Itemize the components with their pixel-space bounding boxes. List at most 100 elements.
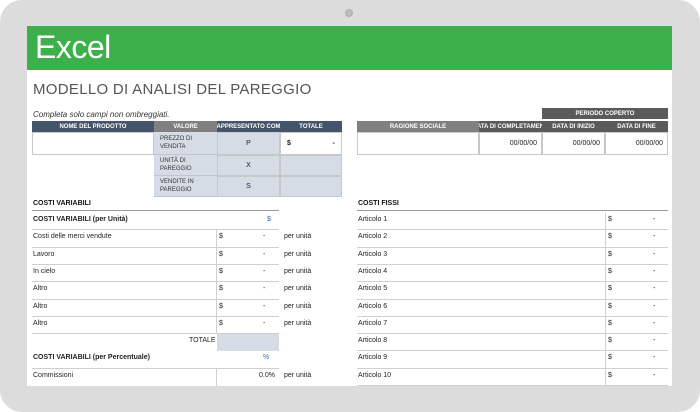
cell-separator	[605, 316, 606, 335]
variable-total-label: TOTALE	[189, 337, 216, 345]
camera-icon	[345, 9, 353, 17]
header-company-name: RAGIONE SOCIALE	[357, 121, 479, 132]
fixed-cost-value[interactable]: -	[653, 303, 655, 310]
commission-label: Commissioni	[33, 371, 74, 379]
var-cost-label: Altro	[33, 302, 48, 310]
completion-date-input[interactable]: 00/00/00	[479, 132, 542, 155]
fixed-cost-value[interactable]: -	[653, 268, 655, 275]
instructions-text: Completa solo campi non ombreggiati.	[33, 110, 170, 119]
row-divider	[32, 263, 279, 265]
label-breakeven-units: UNITÀ DI PAREGGIO	[154, 155, 217, 176]
header-end-date: DATA DI FINE	[605, 121, 668, 132]
row-divider	[32, 367, 279, 369]
fixed-cost-value[interactable]: -	[653, 372, 655, 379]
header-value: VALORE	[154, 121, 217, 132]
fixed-cost-value[interactable]: -	[653, 337, 655, 344]
cell-separator	[605, 247, 606, 265]
row-divider	[357, 298, 668, 300]
row-divider	[357, 281, 668, 283]
fixed-cost-value[interactable]: -	[653, 354, 655, 361]
percent-title: COSTI VARIABILI (per Percentuale)	[33, 354, 150, 362]
row-divider	[357, 367, 668, 369]
var-cost-value[interactable]: -	[263, 320, 265, 327]
symbol-s: S	[217, 176, 280, 197]
total-value: -	[332, 140, 335, 147]
cell-separator	[605, 351, 606, 369]
commission-value[interactable]: 0.0%	[259, 372, 275, 379]
product-name-input[interactable]	[32, 132, 154, 155]
cell-separator	[216, 230, 217, 248]
cell-separator	[605, 264, 606, 283]
var-cost-currency: $	[219, 319, 223, 327]
var-cost-label: Altro	[33, 319, 48, 327]
symbol-x: X	[217, 155, 280, 176]
commission-unit: per unità	[284, 371, 312, 379]
var-cost-unit: per unità	[284, 233, 312, 241]
var-cost-unit: per unità	[284, 319, 312, 327]
fixed-cost-label: Articolo 5	[358, 285, 388, 293]
cell-separator	[605, 213, 606, 231]
var-cost-unit: per unità	[284, 285, 312, 293]
row-divider	[357, 229, 668, 231]
var-cost-label: Lavoro	[33, 250, 55, 258]
fixed-cost-currency: $	[608, 285, 612, 293]
fixed-cost-label: Articolo 8	[358, 337, 388, 345]
company-name-input[interactable]	[357, 132, 479, 155]
app-title: Excel	[35, 29, 111, 65]
end-date-input[interactable]: 00/00/00	[605, 132, 668, 155]
label-selling-price: PREZZO DI VENDITA	[154, 132, 217, 155]
row-divider	[357, 246, 668, 248]
fixed-cost-currency: $	[608, 371, 612, 379]
var-cost-value[interactable]: -	[263, 285, 265, 292]
header-start-date: DATA DI INIZIO	[542, 121, 605, 132]
fixed-cost-currency: $	[608, 337, 612, 345]
cell-separator	[605, 230, 606, 248]
var-cost-value[interactable]: -	[263, 251, 265, 258]
fixed-cost-currency: $	[608, 233, 612, 241]
fixed-cost-currency: $	[608, 354, 612, 362]
cell-separator	[605, 368, 606, 386]
var-cost-unit: per unità	[284, 250, 312, 258]
start-date-input[interactable]: 00/00/00	[542, 132, 605, 155]
fixed-cost-value[interactable]: -	[653, 233, 655, 240]
fixed-cost-label: Articolo 3	[358, 250, 388, 258]
cell-separator	[216, 247, 217, 265]
fixed-cost-value[interactable]: -	[653, 216, 655, 223]
fixed-cost-value[interactable]: -	[653, 320, 655, 327]
fixed-cost-label: Articolo 10	[358, 371, 392, 379]
row-divider	[32, 281, 279, 283]
cell-separator	[605, 334, 606, 352]
symbol-p: P	[217, 132, 280, 155]
fixed-cost-label: Articolo 6	[358, 302, 388, 310]
var-cost-currency: $	[219, 302, 223, 310]
row-divider	[32, 246, 279, 248]
row-divider	[32, 298, 279, 300]
var-cost-value[interactable]: -	[263, 303, 265, 310]
fixed-cost-value[interactable]: -	[653, 285, 655, 292]
variable-costs-title: COSTI VARIABILI	[33, 200, 91, 207]
fixed-cost-currency: $	[608, 216, 612, 223]
row-divider	[357, 263, 668, 265]
fixed-cost-label: Articolo 9	[358, 354, 388, 362]
total-cell[interactable]: $ -	[280, 132, 342, 155]
row-divider	[32, 315, 279, 317]
cell-separator	[216, 282, 217, 300]
var-cost-currency: $	[219, 233, 223, 241]
cell-separator	[216, 316, 217, 335]
cell-separator	[605, 299, 606, 317]
page-title: MODELLO DI ANALISI DEL PAREGGIO	[33, 81, 312, 98]
cell-separator	[216, 299, 217, 317]
var-cost-label: In cielo	[33, 267, 56, 275]
var-cost-unit: per unità	[284, 267, 312, 275]
fixed-cost-value[interactable]: -	[653, 251, 655, 258]
cell-separator	[605, 282, 606, 300]
fixed-cost-currency: $	[608, 267, 612, 275]
total-sales-cell	[280, 176, 342, 197]
var-cost-value[interactable]: -	[263, 233, 265, 240]
var-cost-value[interactable]: -	[263, 268, 265, 275]
var-cost-unit: per unità	[284, 302, 312, 310]
row-divider	[357, 333, 668, 335]
var-cost-currency: $	[219, 285, 223, 293]
tablet-frame: Excel MODELLO DI ANALISI DEL PAREGGIO Co…	[0, 0, 700, 412]
var-cost-label: Altro	[33, 285, 48, 293]
